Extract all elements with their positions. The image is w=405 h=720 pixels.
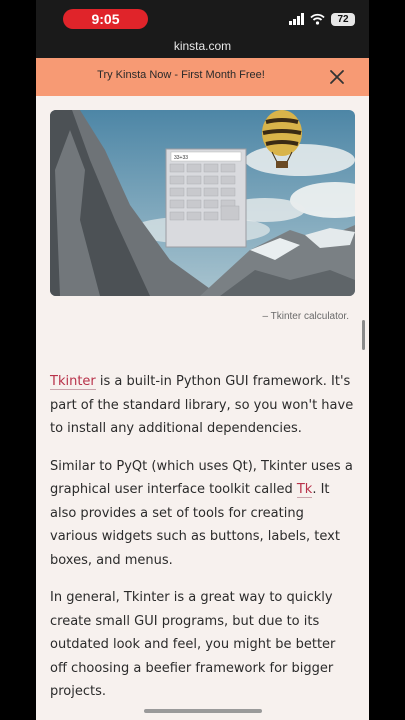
cellular-signal-icon	[289, 13, 304, 25]
paragraph-1-text: is a built-in Python GUI framework. It's…	[50, 374, 354, 436]
status-time: 9:05	[63, 9, 148, 29]
wifi-icon	[310, 13, 325, 25]
paragraph-2: Similar to PyQt (which uses Qt), Tkinter…	[50, 455, 355, 573]
url-text: kinsta.com	[173, 39, 232, 53]
paragraph-3: In general, Tkinter is a great way to qu…	[50, 590, 336, 699]
image-caption: – Tkinter calculator.	[262, 311, 349, 322]
calculator-window: 33+33	[165, 148, 247, 248]
scroll-indicator	[362, 320, 365, 350]
promo-banner[interactable]: Try Kinsta Now - First Month Free!	[36, 58, 369, 96]
address-bar[interactable]: kinsta.com	[36, 36, 369, 58]
tkinter-link[interactable]: Tkinter	[50, 374, 96, 390]
article-body: Tkinter is a built-in Python GUI framewo…	[50, 370, 355, 718]
tkinter-calculator-image: 33+33	[50, 110, 355, 296]
status-icons: 72	[289, 10, 355, 28]
battery-icon: 72	[331, 12, 355, 26]
close-icon[interactable]	[325, 65, 349, 89]
status-bar: 9:05 72	[36, 0, 369, 36]
paragraph-1: Tkinter is a built-in Python GUI framewo…	[50, 370, 355, 441]
phone-screen: 9:05 72 kinsta.com Try Kinsta Now - Firs…	[36, 0, 369, 720]
home-indicator[interactable]	[144, 709, 262, 713]
calculator-display: 33+33	[174, 155, 188, 161]
promo-text[interactable]: Try Kinsta Now - First Month Free!	[36, 69, 326, 81]
tk-link[interactable]: Tk	[296, 482, 313, 498]
